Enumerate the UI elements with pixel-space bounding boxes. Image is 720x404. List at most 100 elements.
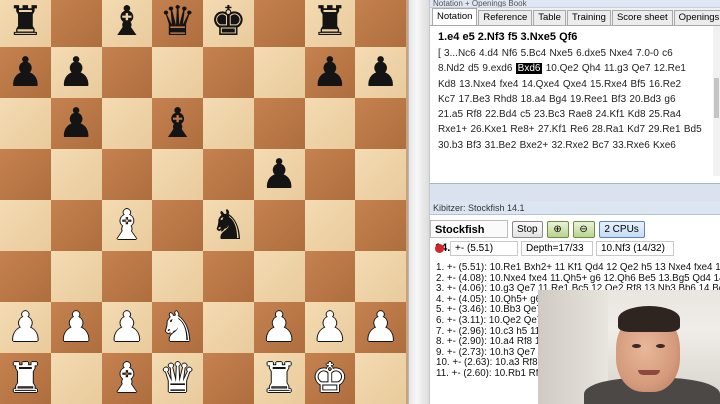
square-h7[interactable]: ♟ bbox=[355, 47, 406, 98]
square-e6[interactable] bbox=[203, 98, 254, 149]
notation-scrollbar[interactable] bbox=[713, 26, 720, 176]
square-b7[interactable]: ♟ bbox=[50, 47, 102, 98]
square-h3[interactable] bbox=[355, 251, 406, 302]
tab-score-sheet[interactable]: Score sheet bbox=[611, 10, 673, 25]
move-text[interactable]: [ 3...Nc6 4.d4 Nf6 5.Bc4 Nxe5 6.dxe5 Nxe… bbox=[438, 48, 673, 59]
move-text[interactable]: Rxe1+ 26.Kxe1 Re8+ 27.Kf1 Re6 28.Ra1 Kd7… bbox=[438, 124, 702, 135]
black-rook-icon[interactable]: ♜ bbox=[311, 1, 348, 42]
move-text[interactable]: 8.Nd2 d5 9.exd6 bbox=[438, 63, 512, 74]
tab-table[interactable]: Table bbox=[533, 10, 566, 25]
square-d3[interactable] bbox=[152, 251, 203, 302]
move-text[interactable]: 10.Qe2 Qh4 11.g3 Qe7 12.Re1 bbox=[546, 63, 686, 74]
black-pawn-icon[interactable]: ♟ bbox=[261, 154, 298, 195]
white-pawn-icon[interactable]: ♟ bbox=[362, 307, 399, 348]
square-g6[interactable] bbox=[304, 98, 356, 149]
square-c2[interactable]: ♟ bbox=[101, 302, 153, 353]
tab-reference[interactable]: Reference bbox=[478, 10, 533, 25]
square-h1[interactable] bbox=[355, 353, 406, 404]
move-text[interactable]: Kd8 13.Nxe4 fxe4 14.Qxe4 Qxe4 15.Rxe4 Bf… bbox=[438, 79, 681, 90]
square-g1[interactable]: ♚ bbox=[304, 353, 356, 404]
white-pawn-icon[interactable]: ♟ bbox=[58, 307, 95, 348]
white-pawn-icon[interactable]: ♟ bbox=[7, 307, 44, 348]
black-pawn-icon[interactable]: ♟ bbox=[58, 52, 95, 93]
square-g2[interactable]: ♟ bbox=[304, 302, 356, 353]
panel-splitter[interactable] bbox=[408, 0, 430, 404]
square-g4[interactable] bbox=[304, 200, 356, 251]
square-b2[interactable]: ♟ bbox=[50, 302, 102, 353]
white-bishop-icon[interactable]: ♝ bbox=[108, 358, 145, 399]
square-b1[interactable] bbox=[50, 353, 102, 404]
square-e5[interactable] bbox=[203, 149, 254, 200]
square-c8[interactable]: ♝ bbox=[101, 0, 153, 47]
square-c1[interactable]: ♝ bbox=[101, 353, 153, 404]
square-g5[interactable] bbox=[304, 149, 356, 200]
square-b6[interactable]: ♟ bbox=[50, 98, 102, 149]
black-pawn-icon[interactable]: ♟ bbox=[362, 52, 399, 93]
square-a2[interactable]: ♟ bbox=[0, 302, 51, 353]
square-d6[interactable]: ♝ bbox=[152, 98, 203, 149]
tab-openings-book[interactable]: Openings Book bbox=[673, 10, 720, 25]
square-e1[interactable] bbox=[203, 353, 254, 404]
square-d7[interactable] bbox=[152, 47, 203, 98]
square-c4[interactable]: ♝ bbox=[101, 200, 153, 251]
white-rook-icon[interactable]: ♜ bbox=[261, 358, 298, 399]
square-a1[interactable]: ♜ bbox=[0, 353, 51, 404]
white-queen-icon[interactable]: ♛ bbox=[159, 358, 196, 399]
move-text[interactable]: 30.b3 Bf3 31.Be2 Bxe2+ 32.Rxe2 Bc7 33.Rx… bbox=[438, 140, 676, 151]
square-f6[interactable] bbox=[253, 98, 305, 149]
square-g3[interactable] bbox=[304, 251, 356, 302]
engine-name[interactable]: Stockfish 14.1 bbox=[430, 220, 508, 254]
chessboard[interactable]: ♜ ♝ ♛ ♚ ♜ ♟ ♟ ♟ ♟ ♟ ♝ ♟ ♝ ♞ ♟ ♟ ♟ ♞ ♟ ♟ ♟ ♜ ♝ ♛ ♜ ♚ bbox=[0, 0, 406, 404]
scrollbar-thumb[interactable] bbox=[714, 78, 719, 118]
square-f8[interactable] bbox=[253, 0, 305, 47]
square-f7[interactable] bbox=[253, 47, 305, 98]
square-e3[interactable] bbox=[203, 251, 254, 302]
black-pawn-icon[interactable]: ♟ bbox=[311, 52, 348, 93]
white-pawn-icon[interactable]: ♟ bbox=[311, 307, 348, 348]
square-g7[interactable]: ♟ bbox=[304, 47, 356, 98]
white-knight-icon[interactable]: ♞ bbox=[159, 307, 196, 348]
cpu-count-button[interactable]: 2 CPUs bbox=[598, 220, 645, 238]
square-a6[interactable] bbox=[0, 98, 51, 149]
move-text[interactable]: 21.a5 Rf8 22.Bd4 c5 23.Bc3 Rae8 24.Kf1 K… bbox=[438, 109, 681, 120]
stop-button[interactable]: Stop bbox=[512, 220, 543, 238]
remove-line-icon[interactable]: ⊖ bbox=[572, 220, 595, 238]
square-b5[interactable] bbox=[50, 149, 102, 200]
square-e4[interactable]: ♞ bbox=[203, 200, 254, 251]
square-h2[interactable]: ♟ bbox=[355, 302, 406, 353]
square-c7[interactable] bbox=[101, 47, 153, 98]
square-f2[interactable]: ♟ bbox=[253, 302, 305, 353]
square-h8[interactable] bbox=[355, 0, 406, 47]
square-c6[interactable] bbox=[101, 98, 153, 149]
square-d2[interactable]: ♞ bbox=[152, 302, 203, 353]
white-king-icon[interactable]: ♚ bbox=[311, 358, 348, 399]
black-king-icon[interactable]: ♚ bbox=[210, 1, 247, 42]
square-e2[interactable] bbox=[203, 302, 254, 353]
square-c5[interactable] bbox=[101, 149, 153, 200]
square-h6[interactable] bbox=[355, 98, 406, 149]
black-bishop-icon[interactable]: ♝ bbox=[159, 103, 196, 144]
black-bishop-icon[interactable]: ♝ bbox=[108, 1, 145, 42]
current-move-highlight[interactable]: Bxd6 bbox=[515, 63, 543, 75]
tab-training[interactable]: Training bbox=[566, 10, 611, 25]
square-a4[interactable] bbox=[0, 200, 51, 251]
square-a5[interactable] bbox=[0, 149, 51, 200]
square-h5[interactable] bbox=[355, 149, 406, 200]
black-pawn-icon[interactable]: ♟ bbox=[7, 52, 44, 93]
square-b8[interactable] bbox=[50, 0, 102, 47]
square-a8[interactable]: ♜ bbox=[0, 0, 51, 47]
square-g8[interactable]: ♜ bbox=[304, 0, 356, 47]
square-d4[interactable] bbox=[152, 200, 203, 251]
square-f5[interactable]: ♟ bbox=[253, 149, 305, 200]
square-a7[interactable]: ♟ bbox=[0, 47, 51, 98]
white-bishop-icon[interactable]: ♝ bbox=[108, 205, 145, 246]
square-d5[interactable] bbox=[152, 149, 203, 200]
white-rook-icon[interactable]: ♜ bbox=[7, 358, 44, 399]
add-line-icon[interactable]: ⊕ bbox=[546, 220, 569, 238]
square-f4[interactable] bbox=[253, 200, 305, 251]
square-d8[interactable]: ♛ bbox=[152, 0, 203, 47]
square-b3[interactable] bbox=[50, 251, 102, 302]
square-b4[interactable] bbox=[50, 200, 102, 251]
engine-line[interactable]: 2. +- (4.08): 10.Nxe4 fxe4 11.Qh5+ g6 12… bbox=[436, 274, 720, 285]
white-pawn-icon[interactable]: ♟ bbox=[108, 307, 145, 348]
